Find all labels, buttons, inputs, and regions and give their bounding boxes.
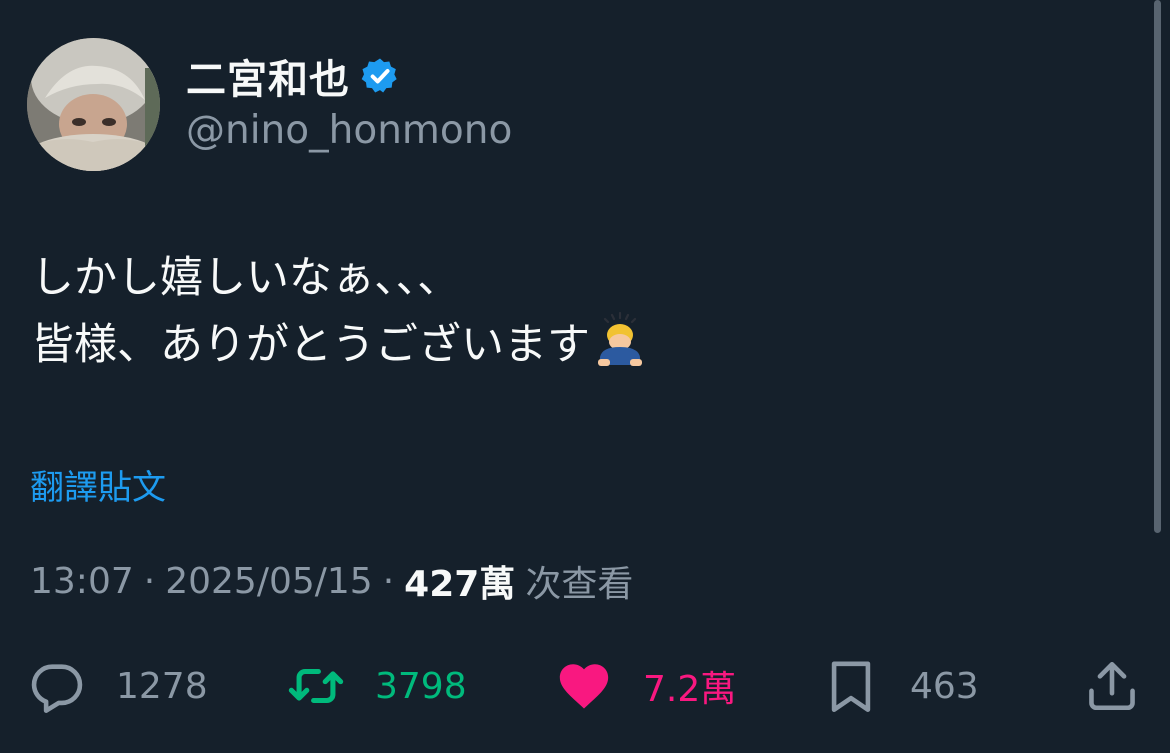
reply-icon [31,664,83,713]
retweet-count: 3798 [375,665,467,707]
tweet-detail-screen: 二宮和也 @nino_honmono しかし嬉しいなぁ、、、 皆様、ありがとうご… [0,0,1170,753]
bowing-man-emoji [598,311,642,366]
reply-count: 1278 [116,665,208,707]
user-handle[interactable]: @nino_honmono [186,108,512,153]
like-count: 7.2萬 [643,669,737,710]
meta-separator: · [143,560,156,602]
tweet-line: しかし嬉しいなぁ、、、 [31,253,461,303]
heart-icon [559,664,609,709]
translate-post-link[interactable]: 翻譯貼文 [30,460,166,509]
retweet-button[interactable]: 3798 [287,654,467,718]
retweet-icon [288,668,344,704]
reply-button[interactable]: 1278 [28,654,208,718]
user-name-row[interactable]: 二宮和也 [186,47,400,105]
tweet-time[interactable]: 13:07 [30,561,134,602]
share-icon [1089,661,1135,711]
verified-badge-icon[interactable] [360,56,400,96]
display-name[interactable]: 二宮和也 [186,47,350,105]
tweet-line: 皆様、ありがとうございます [31,320,590,370]
views-count[interactable]: 427萬 [404,555,515,607]
views-label[interactable]: 次查看 [525,555,633,607]
user-avatar[interactable] [27,38,160,171]
tweet-date[interactable]: 2025/05/15 [165,561,373,602]
tweet-text: しかし嬉しいなぁ、、、 皆様、ありがとうございます [31,247,650,376]
like-button[interactable]: 7.2萬 [555,654,736,718]
avatar-photo [27,38,160,171]
bookmark-button[interactable]: 463 [822,654,979,718]
tweet-meta: 13:07 · 2025/05/15 · 427萬 次查看 [30,555,633,607]
bookmark-icon [831,661,871,712]
bookmark-count: 463 [910,665,979,707]
share-button[interactable] [1083,654,1141,718]
meta-separator: · [382,560,395,602]
scrollbar[interactable] [1154,0,1161,533]
